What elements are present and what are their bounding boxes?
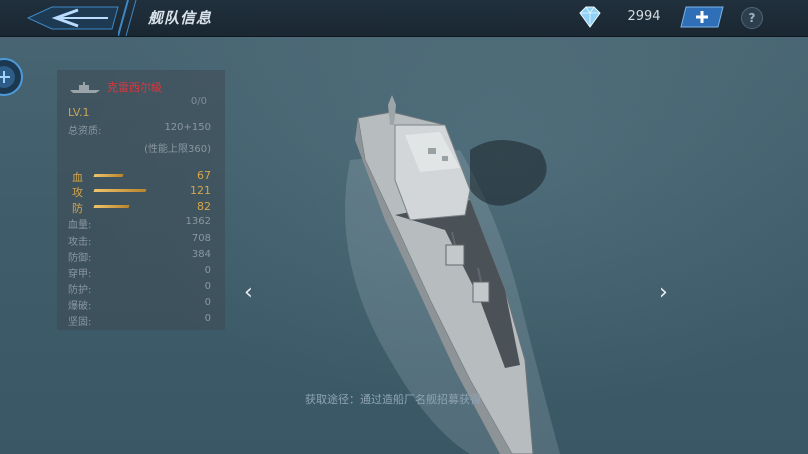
quality-row: 总资质: 120+150 bbox=[68, 122, 211, 137]
quality-value: 120+150 bbox=[164, 122, 211, 133]
ship-count: 0/0 bbox=[190, 96, 207, 107]
stat-row-attack: 攻击: 708 bbox=[68, 233, 211, 248]
stat-label: 防护: bbox=[68, 285, 92, 296]
stat-value: 0 bbox=[204, 265, 211, 276]
attribute-label: 攻 bbox=[72, 186, 83, 199]
stat-value: 0 bbox=[204, 281, 211, 292]
next-ship-arrow[interactable]: › bbox=[659, 280, 668, 305]
stat-label: 防御: bbox=[68, 253, 92, 264]
stat-value: 384 bbox=[191, 249, 211, 260]
help-button[interactable]: ? bbox=[741, 7, 763, 29]
add-currency-button[interactable] bbox=[680, 6, 724, 28]
stat-label: 穿甲: bbox=[68, 269, 92, 280]
attribute-value: 67 bbox=[197, 169, 211, 182]
ship-level: LV.1 bbox=[68, 106, 90, 119]
ship-name: 克雷西尔级 bbox=[107, 81, 162, 94]
page-title: 舰队信息 bbox=[148, 9, 213, 27]
stat-label: 攻击: bbox=[68, 237, 92, 248]
attribute-bar bbox=[93, 174, 124, 177]
stat-value: 0 bbox=[204, 297, 211, 308]
back-button[interactable] bbox=[22, 4, 122, 32]
stat-label: 坚固: bbox=[68, 317, 92, 328]
quality-label: 总资质: bbox=[68, 126, 102, 137]
attribute-row-hp: 血 67 bbox=[72, 169, 211, 184]
attribute-value: 82 bbox=[197, 200, 211, 213]
stat-label: 血量: bbox=[68, 220, 92, 231]
side-menu-button[interactable] bbox=[0, 57, 24, 97]
attribute-bar bbox=[93, 189, 147, 192]
attribute-label: 血 bbox=[72, 171, 83, 184]
stat-row-sturdiness: 坚固: 0 bbox=[68, 313, 211, 328]
attribute-row-attack: 攻 121 bbox=[72, 184, 211, 199]
stat-value: 0 bbox=[204, 313, 211, 324]
attribute-value: 121 bbox=[190, 184, 211, 197]
prev-ship-arrow[interactable]: ‹ bbox=[244, 280, 253, 305]
ship-class-icon bbox=[70, 82, 100, 93]
stat-row-armor-pierce: 穿甲: 0 bbox=[68, 265, 211, 280]
attribute-bar bbox=[93, 205, 130, 208]
stat-value: 708 bbox=[191, 233, 211, 244]
stat-row-hp: 血量: 1362 bbox=[68, 216, 211, 231]
currency-value: 2994 bbox=[627, 9, 661, 24]
ship-info-panel: 克雷西尔级 0/0 LV.1 总资质: 120+150 (性能上限360) 血 … bbox=[57, 70, 225, 330]
stat-label: 爆破: bbox=[68, 301, 92, 312]
diamond-icon bbox=[579, 6, 601, 28]
attribute-row-defense: 防 82 bbox=[72, 200, 211, 215]
top-bar: 舰队信息 2994 ? bbox=[0, 0, 808, 37]
stat-row-blast: 爆破: 0 bbox=[68, 297, 211, 312]
attribute-label: 防 bbox=[72, 202, 83, 215]
stat-value: 1362 bbox=[185, 216, 211, 227]
quality-note: (性能上限360) bbox=[144, 144, 211, 155]
stat-row-protection: 防护: 0 bbox=[68, 281, 211, 296]
acquire-method-text: 获取途径：通过造船厂名舰招募获得 bbox=[305, 393, 481, 406]
stat-row-defense: 防御: 384 bbox=[68, 249, 211, 264]
